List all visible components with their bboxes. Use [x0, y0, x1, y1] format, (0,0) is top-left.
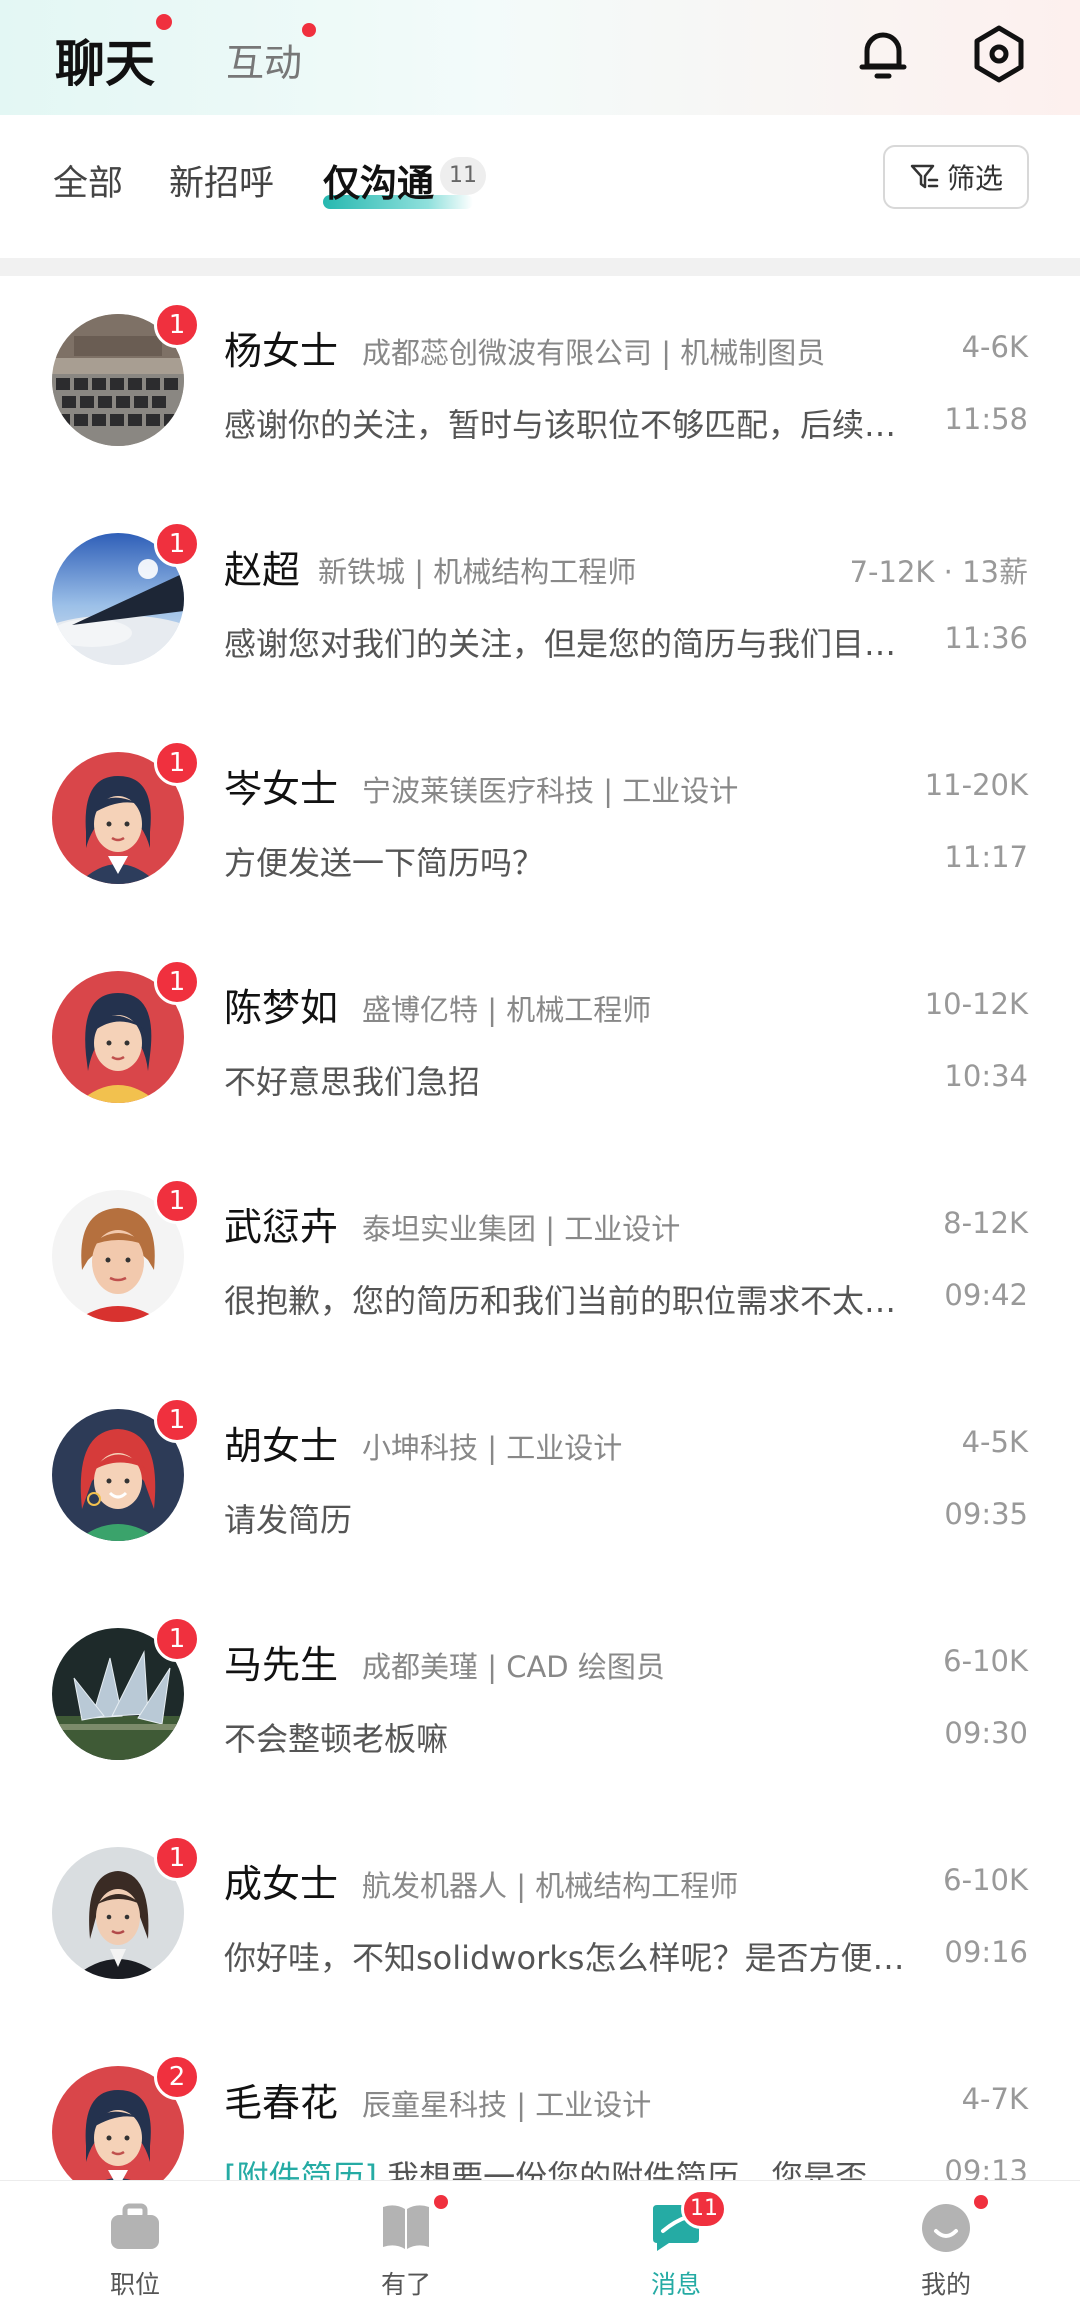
chat-item[interactable]: 1 武愆卉 泰坦实业集团 | 工业设计 8-12K 很抱歉，您的简历和我们当前的… [0, 1152, 1080, 1371]
chat-item[interactable]: 1 杨女士 成都蕊创微波有限公司 | 机械制图员 4-6K 感谢你的关注，暂时与… [0, 276, 1080, 495]
nav-jobs-label: 职位 [109, 2270, 160, 2299]
contact-name: 杨女士 [224, 329, 339, 373]
nav-messages[interactable]: 11 消息 [576, 2181, 776, 2306]
chat-item[interactable]: 1 陈梦如 盛博亿特 | 机械工程师 10-12K 不好意思我们急招 10:34 [0, 933, 1080, 1152]
message-time: 09:16 [944, 1935, 1028, 1969]
last-message: 感谢你的关注，暂时与该职位不够匹配，后续如有合适的机会再联系您 [224, 406, 924, 444]
unread-badge: 2 [154, 2054, 200, 2100]
chat-item[interactable]: 1 赵超 新铁城 | 机械结构工程师 7-12K · 13薪 感谢您对我们的关注… [0, 495, 1080, 714]
company-job: 成都蕊创微波有限公司 | 机械制图员 [362, 336, 826, 370]
filter-all[interactable]: 全部 [53, 155, 123, 206]
bottom-nav: 职位 有了 11 消息 我的 [0, 2180, 1080, 2306]
filter-button[interactable]: 筛选 [883, 145, 1029, 209]
unread-badge: 1 [154, 1616, 200, 1662]
nav-youle[interactable]: 有了 [306, 2181, 506, 2306]
tab-chat[interactable]: 聊天 [55, 24, 155, 96]
unread-badge: 1 [154, 1835, 200, 1881]
last-message: 感谢您对我们的关注，但是您的简历与我们目前的岗位要求不太匹配 [224, 625, 924, 663]
salary: 6-10K [943, 1644, 1028, 1678]
filter-button-label: 筛选 [946, 162, 1003, 195]
unread-badge: 1 [154, 302, 200, 348]
last-message: [附件简历] 我想要一份您的附件简历，您是否同意 [224, 2152, 924, 2180]
last-message: 不会整顿老板嘛 [224, 1720, 449, 1758]
message-time: 09:13 [944, 2154, 1028, 2180]
contact-name: 岑女士 [224, 767, 339, 811]
salary: 4-5K [961, 1425, 1028, 1459]
unread-badge: 1 [154, 1397, 200, 1443]
last-message: 方便发送一下简历吗？ [224, 844, 545, 882]
youle-unread-dot [434, 2195, 448, 2209]
last-message: 请发简历 [224, 1501, 353, 1539]
messages-badge: 11 [681, 2189, 727, 2229]
company-job: 成都美瑾 | CAD 绘图员 [362, 1650, 665, 1684]
unread-badge: 1 [154, 1178, 200, 1224]
smiley-face-icon [922, 2204, 970, 2252]
unread-badge: 1 [154, 521, 200, 567]
filter-only-chat[interactable]: 仅沟通 [323, 153, 434, 207]
contact-name: 马先生 [224, 1643, 339, 1687]
last-message: 你好哇，不知solidworks怎么样呢？是否方便发一份简历过来 [224, 1939, 924, 1977]
attachment-resume-tag: [附件简历] [224, 2158, 377, 2180]
nav-mine-label: 我的 [920, 2270, 971, 2299]
message-time: 09:35 [944, 1497, 1028, 1531]
unread-badge: 1 [154, 959, 200, 1005]
company-job: 新铁城 | 机械结构工程师 [318, 555, 637, 589]
settings-icon[interactable] [969, 24, 1029, 84]
chat-item[interactable]: 2 毛春花 辰童星科技 | 工业设计 4-7K [附件简历] 我想要一份您的附件… [0, 2028, 1080, 2180]
chat-item[interactable]: 1 马先生 成都美瑾 | CAD 绘图员 6-10K 不会整顿老板嘛 09:30 [0, 1590, 1080, 1809]
last-message: 很抱歉，您的简历和我们当前的职位需求不太匹配，祝您早日找到合适的工作 [224, 1282, 924, 1320]
company-job: 小坤科技 | 工业设计 [362, 1431, 623, 1465]
chat-list[interactable]: 1 杨女士 成都蕊创微波有限公司 | 机械制图员 4-6K 感谢你的关注，暂时与… [0, 276, 1080, 2180]
contact-name: 赵超 [224, 548, 301, 592]
company-job: 航发机器人 | 机械结构工程师 [362, 1869, 739, 1903]
nav-messages-label: 消息 [650, 2270, 701, 2299]
filter-funnel-icon [910, 164, 939, 189]
salary: 6-10K [943, 1863, 1028, 1897]
chat-item[interactable]: 1 岑女士 宁波莱镁医疗科技 | 工业设计 11-20K 方便发送一下简历吗？ … [0, 714, 1080, 933]
company-job: 宁波莱镁医疗科技 | 工业设计 [362, 774, 739, 808]
interact-unread-dot [302, 23, 316, 37]
section-divider [0, 258, 1080, 276]
nav-youle-label: 有了 [380, 2270, 431, 2299]
salary: 8-12K [943, 1206, 1028, 1240]
message-time: 09:30 [944, 1716, 1028, 1750]
salary: 10-12K [924, 987, 1028, 1021]
salary: 11-20K [924, 768, 1028, 802]
company-job: 盛博亿特 | 机械工程师 [362, 993, 652, 1027]
nav-mine[interactable]: 我的 [846, 2181, 1046, 2306]
nav-jobs[interactable]: 职位 [35, 2181, 235, 2306]
message-time: 11:17 [944, 840, 1028, 874]
salary: 4-6K [961, 330, 1028, 364]
tab-interact[interactable]: 互动 [226, 32, 302, 87]
contact-name: 武愆卉 [224, 1205, 339, 1249]
chat-unread-dot [156, 14, 172, 30]
message-time: 11:36 [944, 621, 1028, 655]
company-job: 泰坦实业集团 | 工业设计 [362, 1212, 681, 1246]
bell-icon[interactable] [853, 24, 913, 84]
last-message-text: 我想要一份您的附件简历，您是否同意 [376, 2158, 924, 2180]
mine-unread-dot [974, 2195, 988, 2209]
chat-item[interactable]: 1 成女士 航发机器人 | 机械结构工程师 6-10K 你好哇，不知solidw… [0, 1809, 1080, 2028]
top-bar: 聊天 互动 [0, 0, 1080, 115]
only-chat-count: 11 [440, 157, 486, 195]
salary: 4-7K [961, 2082, 1028, 2116]
contact-name: 毛春花 [224, 2081, 339, 2125]
unread-badge: 1 [154, 740, 200, 786]
contact-name: 胡女士 [224, 1424, 339, 1468]
salary: 7-12K · 13薪 [849, 555, 1028, 589]
message-time: 09:42 [944, 1278, 1028, 1312]
filter-new-greeting[interactable]: 新招呼 [169, 155, 274, 206]
company-job: 辰童星科技 | 工业设计 [362, 2088, 652, 2122]
contact-name: 陈梦如 [224, 986, 339, 1030]
briefcase-icon [111, 2203, 159, 2249]
book-icon [383, 2205, 429, 2249]
message-time: 10:34 [944, 1059, 1028, 1093]
chat-item[interactable]: 1 胡女士 小坤科技 | 工业设计 4-5K 请发简历 09:35 [0, 1371, 1080, 1590]
message-time: 11:58 [944, 402, 1028, 436]
last-message: 不好意思我们急招 [224, 1063, 481, 1101]
contact-name: 成女士 [224, 1862, 339, 1906]
